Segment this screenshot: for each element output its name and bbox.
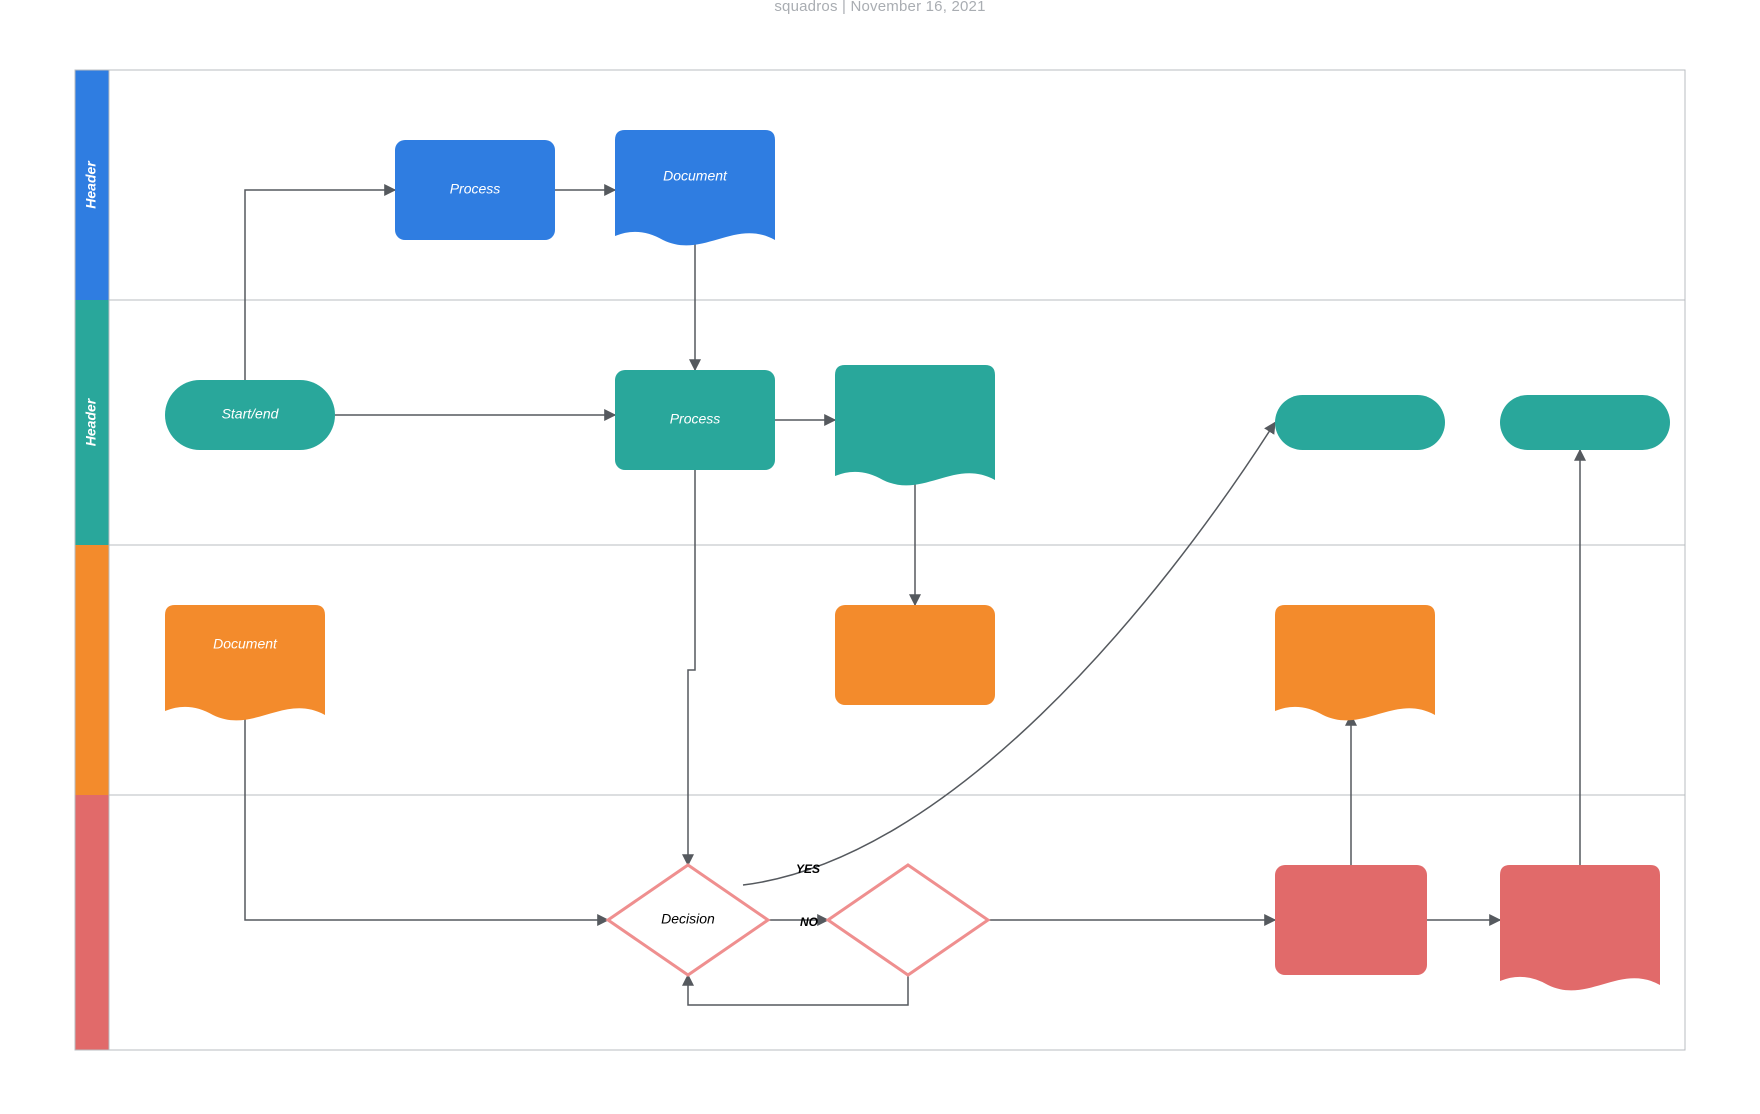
svg-text:Document: Document xyxy=(213,636,278,652)
document-blue xyxy=(615,130,775,245)
document-orange-2 xyxy=(1275,605,1435,720)
svg-text:Process: Process xyxy=(670,411,721,427)
document-red xyxy=(1500,865,1660,990)
svg-text:YES: YES xyxy=(796,862,820,876)
svg-text:Start/end: Start/end xyxy=(222,406,280,422)
terminator-teal-2 xyxy=(1500,395,1670,450)
terminator-teal-1 xyxy=(1275,395,1445,450)
flow-shapes: Process Document Start/end Process Document D… xyxy=(165,130,1670,990)
swimlane-diagram: Header Header YES NO Process Document Start/… xyxy=(0,0,1760,1114)
document-teal xyxy=(835,365,995,485)
document-orange xyxy=(165,605,325,720)
process-red xyxy=(1275,865,1427,975)
svg-text:Process: Process xyxy=(450,181,501,197)
page-meta: squadros | November 16, 2021 xyxy=(0,0,1760,15)
svg-text:NO: NO xyxy=(800,915,819,929)
decision-2 xyxy=(828,865,988,975)
process-orange xyxy=(835,605,995,705)
lane-blue-label: Header xyxy=(83,160,99,209)
lane-teal-label: Header xyxy=(83,397,99,446)
svg-text:Decision: Decision xyxy=(661,911,715,927)
svg-text:Document: Document xyxy=(663,168,728,184)
